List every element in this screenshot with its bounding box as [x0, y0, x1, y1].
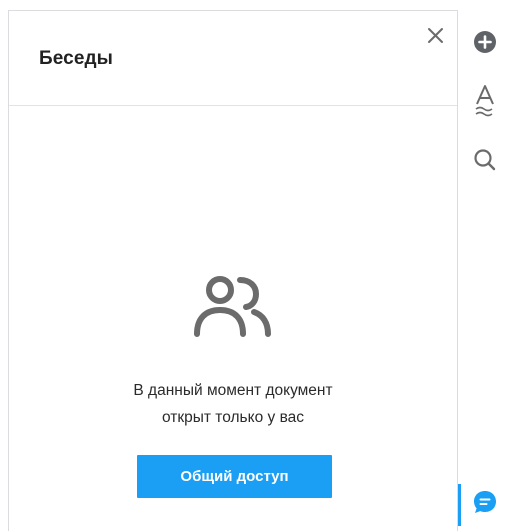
panel-title: Беседы	[39, 48, 113, 69]
empty-state: В данный момент документ открыт только у…	[9, 276, 457, 431]
active-indicator	[458, 484, 461, 526]
text-format-icon	[475, 85, 494, 117]
empty-state-text: В данный момент документ открыт только у…	[9, 377, 457, 431]
chat-icon	[474, 491, 496, 513]
right-sidebar	[458, 0, 510, 531]
app-root: Беседы В данный момент документ открыт т…	[0, 0, 510, 531]
search-icon	[474, 149, 496, 171]
people-icon	[194, 276, 271, 337]
empty-state-line-1: В данный момент документ	[133, 382, 333, 399]
close-button[interactable]	[425, 25, 447, 47]
add-button[interactable]	[471, 28, 499, 56]
panel-header: Беседы	[9, 11, 457, 106]
close-icon	[428, 28, 443, 43]
text-format-button[interactable]	[471, 84, 499, 117]
chat-button[interactable]	[471, 488, 499, 516]
empty-state-line-2: открыт только у вас	[161, 409, 305, 426]
add-icon	[474, 31, 496, 53]
search-button[interactable]	[471, 146, 499, 174]
conversations-panel: Беседы В данный момент документ открыт т…	[8, 10, 458, 531]
share-button[interactable]: Общий доступ	[137, 455, 332, 498]
